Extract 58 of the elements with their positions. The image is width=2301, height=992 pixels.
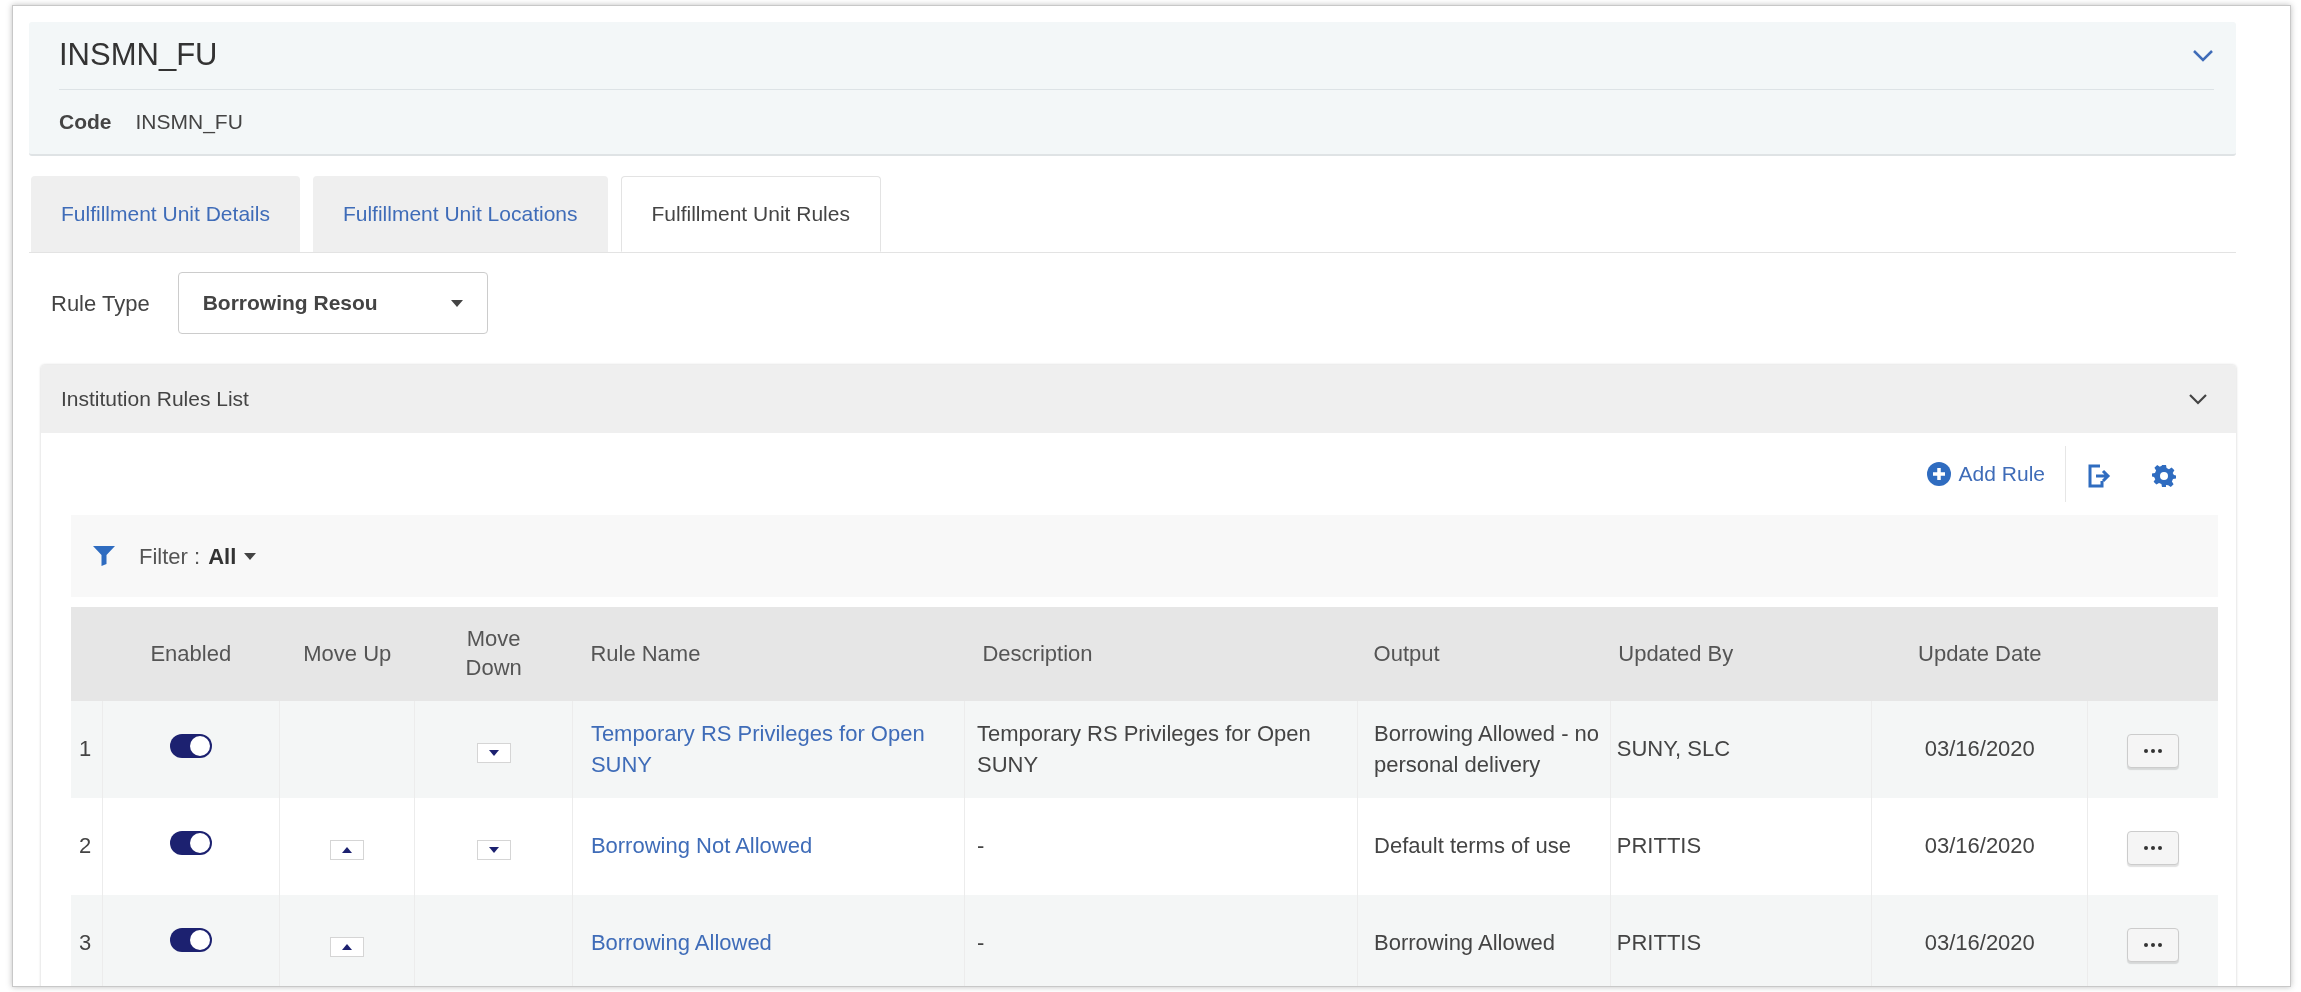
chevron-down-icon[interactable] — [2192, 48, 2214, 63]
filter-dropdown[interactable]: Filter : All — [133, 538, 263, 574]
rule-name-link[interactable]: Borrowing Not Allowed — [590, 831, 813, 862]
add-icon — [1926, 462, 1951, 486]
column-header: Description — [982, 640, 1093, 666]
tab[interactable]: Fulfillment Unit Rules — [620, 176, 881, 252]
table-cell: 03/16/2020 — [1924, 833, 2035, 859]
toggle-switch[interactable] — [169, 928, 212, 953]
ellipsis-icon — [2144, 749, 2163, 753]
settings-icon — [2152, 463, 2176, 488]
toggle-switch[interactable] — [169, 734, 212, 759]
move-down-button[interactable] — [476, 840, 511, 861]
ellipsis-icon — [2144, 943, 2163, 947]
column-header: Move Up — [303, 640, 392, 666]
column-header: Updated By — [1618, 640, 1734, 666]
table-cell: SUNY, SLC — [1616, 736, 1731, 762]
column-header: Rule Name — [590, 640, 701, 666]
table-cell: PRITTIS — [1616, 930, 1702, 956]
table-cell: PRITTIS — [1616, 833, 1702, 859]
chevron-down-icon[interactable] — [2188, 393, 2208, 405]
move-down-button[interactable] — [476, 743, 511, 764]
move-up-button[interactable] — [330, 840, 365, 861]
add-rule-button[interactable]: Add Rule — [1906, 458, 2065, 490]
table-cell: - — [976, 833, 985, 859]
row-number: 3 — [79, 930, 92, 956]
table-cell: Borrowing Allowed - no personal delivery — [1374, 720, 1600, 777]
export-icon — [2086, 463, 2112, 488]
table-cell: Borrowing Allowed — [1374, 930, 1556, 956]
tab[interactable]: Fulfillment Unit Locations — [312, 176, 608, 252]
caret-up-icon — [342, 944, 353, 951]
move-up-button[interactable] — [330, 937, 365, 958]
column-header: Output — [1373, 640, 1440, 666]
table-cell: 03/16/2020 — [1924, 930, 2035, 956]
column-header: Move Down — [464, 625, 523, 682]
column-header: Update Date — [1918, 640, 2042, 666]
caret-down-icon — [488, 750, 499, 757]
table-cell: Default terms of use — [1374, 833, 1571, 859]
table-cell: - — [976, 930, 985, 956]
panel-title: Institution Rules List — [61, 386, 249, 413]
rule-type-dropdown[interactable]: Borrowing Resou — [177, 272, 488, 334]
tab[interactable]: Fulfillment Unit Details — [31, 176, 300, 252]
caret-down-icon — [450, 299, 463, 307]
rule-name-link[interactable]: Borrowing Allowed — [590, 928, 772, 959]
caret-down-icon — [488, 847, 499, 854]
column-header: Enabled — [150, 640, 232, 666]
toggle-switch[interactable] — [169, 831, 212, 856]
caret-down-icon — [244, 552, 257, 560]
record-title: INSMN_FU — [59, 36, 218, 75]
filter-icon — [93, 546, 115, 566]
field-label: Rule Type — [51, 289, 150, 318]
field-label: Code — [59, 109, 112, 136]
caret-up-icon — [342, 847, 353, 854]
table-cell: 03/16/2020 — [1924, 736, 2035, 762]
field-value: INSMN_FU — [135, 109, 243, 136]
table-cell: Temporary RS Privileges for Open SUNY — [976, 720, 1311, 777]
row-number: 2 — [79, 833, 92, 859]
ellipsis-icon — [2144, 846, 2163, 850]
row-number: 1 — [79, 736, 92, 762]
